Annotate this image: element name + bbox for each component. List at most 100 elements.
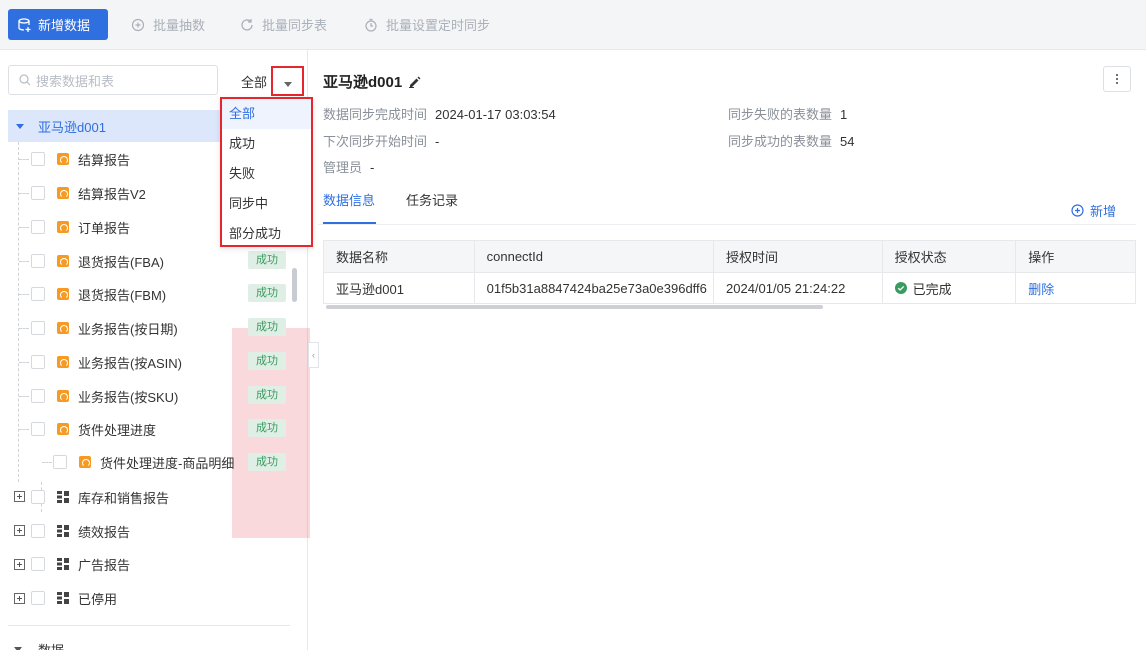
checkbox[interactable]: [31, 524, 45, 538]
checkbox[interactable]: [31, 186, 45, 200]
add-button[interactable]: 新增: [1071, 201, 1116, 220]
tree-item-label: 业务报告(按日期): [78, 321, 178, 337]
tree-branch: [19, 396, 29, 397]
status-filter-value[interactable]: 全部: [241, 72, 267, 91]
tree-root-label: 亚马逊d001: [38, 119, 106, 135]
checkbox[interactable]: [53, 455, 67, 469]
table-horizontal-scrollbar[interactable]: [326, 305, 823, 309]
admin-info: 管理员 -: [323, 157, 374, 176]
amazon-icon: [57, 322, 69, 334]
expanded-arrow-icon[interactable]: [16, 123, 24, 129]
table-group-icon: [57, 491, 69, 503]
amazon-icon: [57, 390, 69, 402]
filter-option-syncing[interactable]: 同步中: [222, 189, 311, 219]
sidebar: 搜索数据和表 全部 全部 成功 失败 同步中 部分成功 亚马逊d001 结算报告…: [0, 50, 313, 650]
table-group-icon: [57, 525, 69, 537]
search-icon: [19, 74, 31, 86]
checkbox[interactable]: [31, 152, 45, 166]
tree-item[interactable]: 货件处理进度-商品明细: [53, 450, 234, 474]
checkbox[interactable]: [31, 557, 45, 571]
tree-item-label: 货件处理进度-商品明细: [100, 455, 235, 471]
status-badge: 成功: [248, 318, 286, 336]
add-data-label: 新增数据: [38, 18, 91, 33]
tree-item[interactable]: 退货报告(FBA): [31, 249, 164, 273]
tab-data-info[interactable]: 数据信息: [323, 190, 375, 209]
expand-icon[interactable]: [14, 491, 25, 502]
info-value: -: [435, 134, 440, 149]
status-filter-toggle[interactable]: [271, 66, 304, 96]
checkbox[interactable]: [31, 389, 45, 403]
batch-sync-label: 批量同步表: [262, 18, 328, 33]
more-options-button[interactable]: [1103, 66, 1131, 92]
tab-task-records[interactable]: 任务记录: [406, 190, 458, 209]
cell-auth-status: 已完成: [883, 273, 1017, 303]
checkbox[interactable]: [31, 355, 45, 369]
tree-item[interactable]: 订单报告: [31, 215, 130, 239]
tree-branch: [42, 462, 52, 463]
filter-option-all[interactable]: 全部: [222, 99, 311, 129]
chevron-left-icon: ‹: [312, 350, 315, 360]
search-input[interactable]: 搜索数据和表: [8, 65, 218, 95]
tree-branch: [19, 227, 29, 228]
delete-link[interactable]: 删除: [1028, 279, 1054, 298]
checkbox[interactable]: [31, 490, 45, 504]
status-text: 已完成: [912, 281, 952, 297]
expand-icon[interactable]: [14, 525, 25, 536]
tree-item[interactable]: 结算报告V2: [31, 181, 146, 205]
expand-icon[interactable]: [14, 593, 25, 604]
tree-item[interactable]: 业务报告(按SKU): [31, 384, 178, 408]
batch-schedule-button[interactable]: 批量设置定时同步: [364, 9, 490, 40]
tree-item[interactable]: 货件处理进度: [31, 417, 156, 441]
column-header: connectId: [475, 241, 715, 272]
filter-option-partial[interactable]: 部分成功: [222, 219, 311, 249]
tree-item[interactable]: 结算报告: [31, 147, 130, 171]
sidebar-scrollbar[interactable]: [292, 268, 297, 302]
amazon-icon: [57, 423, 69, 435]
filter-option-success[interactable]: 成功: [222, 129, 311, 159]
status-badge: 成功: [248, 251, 286, 269]
sync-complete-info: 数据同步完成时间 2024-01-17 03:03:54: [323, 104, 556, 123]
database-add-icon: [18, 17, 31, 32]
info-label: 数据同步完成时间: [323, 107, 428, 122]
timer-icon: [365, 18, 377, 32]
checkbox[interactable]: [31, 287, 45, 301]
batch-extract-label: 批量抽数: [153, 18, 206, 33]
tree-branch: [19, 261, 29, 262]
tree-group[interactable]: 广告报告: [31, 552, 130, 576]
collapse-sidebar-handle[interactable]: ‹: [308, 342, 319, 368]
tree-item[interactable]: 业务报告(按日期): [31, 316, 178, 340]
checkbox[interactable]: [31, 254, 45, 268]
batch-sync-button[interactable]: 批量同步表: [240, 9, 327, 40]
checkbox[interactable]: [31, 422, 45, 436]
tree-root-data[interactable]: 数据: [14, 640, 64, 650]
amazon-icon: [79, 456, 91, 468]
status-badge: 成功: [248, 453, 286, 471]
tree-item[interactable]: 业务报告(按ASIN): [31, 350, 182, 374]
cell-auth-time: 2024/01/05 21:24:22: [714, 273, 883, 303]
info-value: 1: [840, 107, 848, 122]
checkbox[interactable]: [31, 220, 45, 234]
tree-item[interactable]: 退货报告(FBM): [31, 282, 166, 306]
status-badge: 成功: [248, 419, 286, 437]
tree-group[interactable]: 绩效报告: [31, 519, 130, 543]
add-label: 新增: [1090, 204, 1117, 219]
success-tables-info: 同步成功的表数量 54: [728, 131, 854, 150]
checkbox[interactable]: [31, 591, 45, 605]
divider: [8, 625, 290, 626]
tree-root-label: 数据: [38, 640, 64, 650]
amazon-icon: [57, 221, 69, 233]
checkbox[interactable]: [31, 321, 45, 335]
column-header: 数据名称: [324, 241, 475, 272]
edit-icon[interactable]: [408, 75, 421, 88]
filter-option-failed[interactable]: 失败: [222, 159, 311, 189]
tree-group[interactable]: 已停用: [31, 586, 117, 610]
tree-item-label: 业务报告(按ASIN): [78, 355, 183, 371]
info-label: 管理员: [323, 160, 363, 175]
status-badge: 成功: [248, 284, 286, 302]
caret-down-icon: [283, 81, 292, 87]
batch-extract-button[interactable]: 批量抽数: [131, 9, 205, 40]
search-placeholder: 搜索数据和表: [36, 73, 115, 89]
add-data-button[interactable]: 新增数据: [8, 9, 108, 40]
expand-icon[interactable]: [14, 559, 25, 570]
tree-group[interactable]: 库存和销售报告: [31, 485, 169, 509]
